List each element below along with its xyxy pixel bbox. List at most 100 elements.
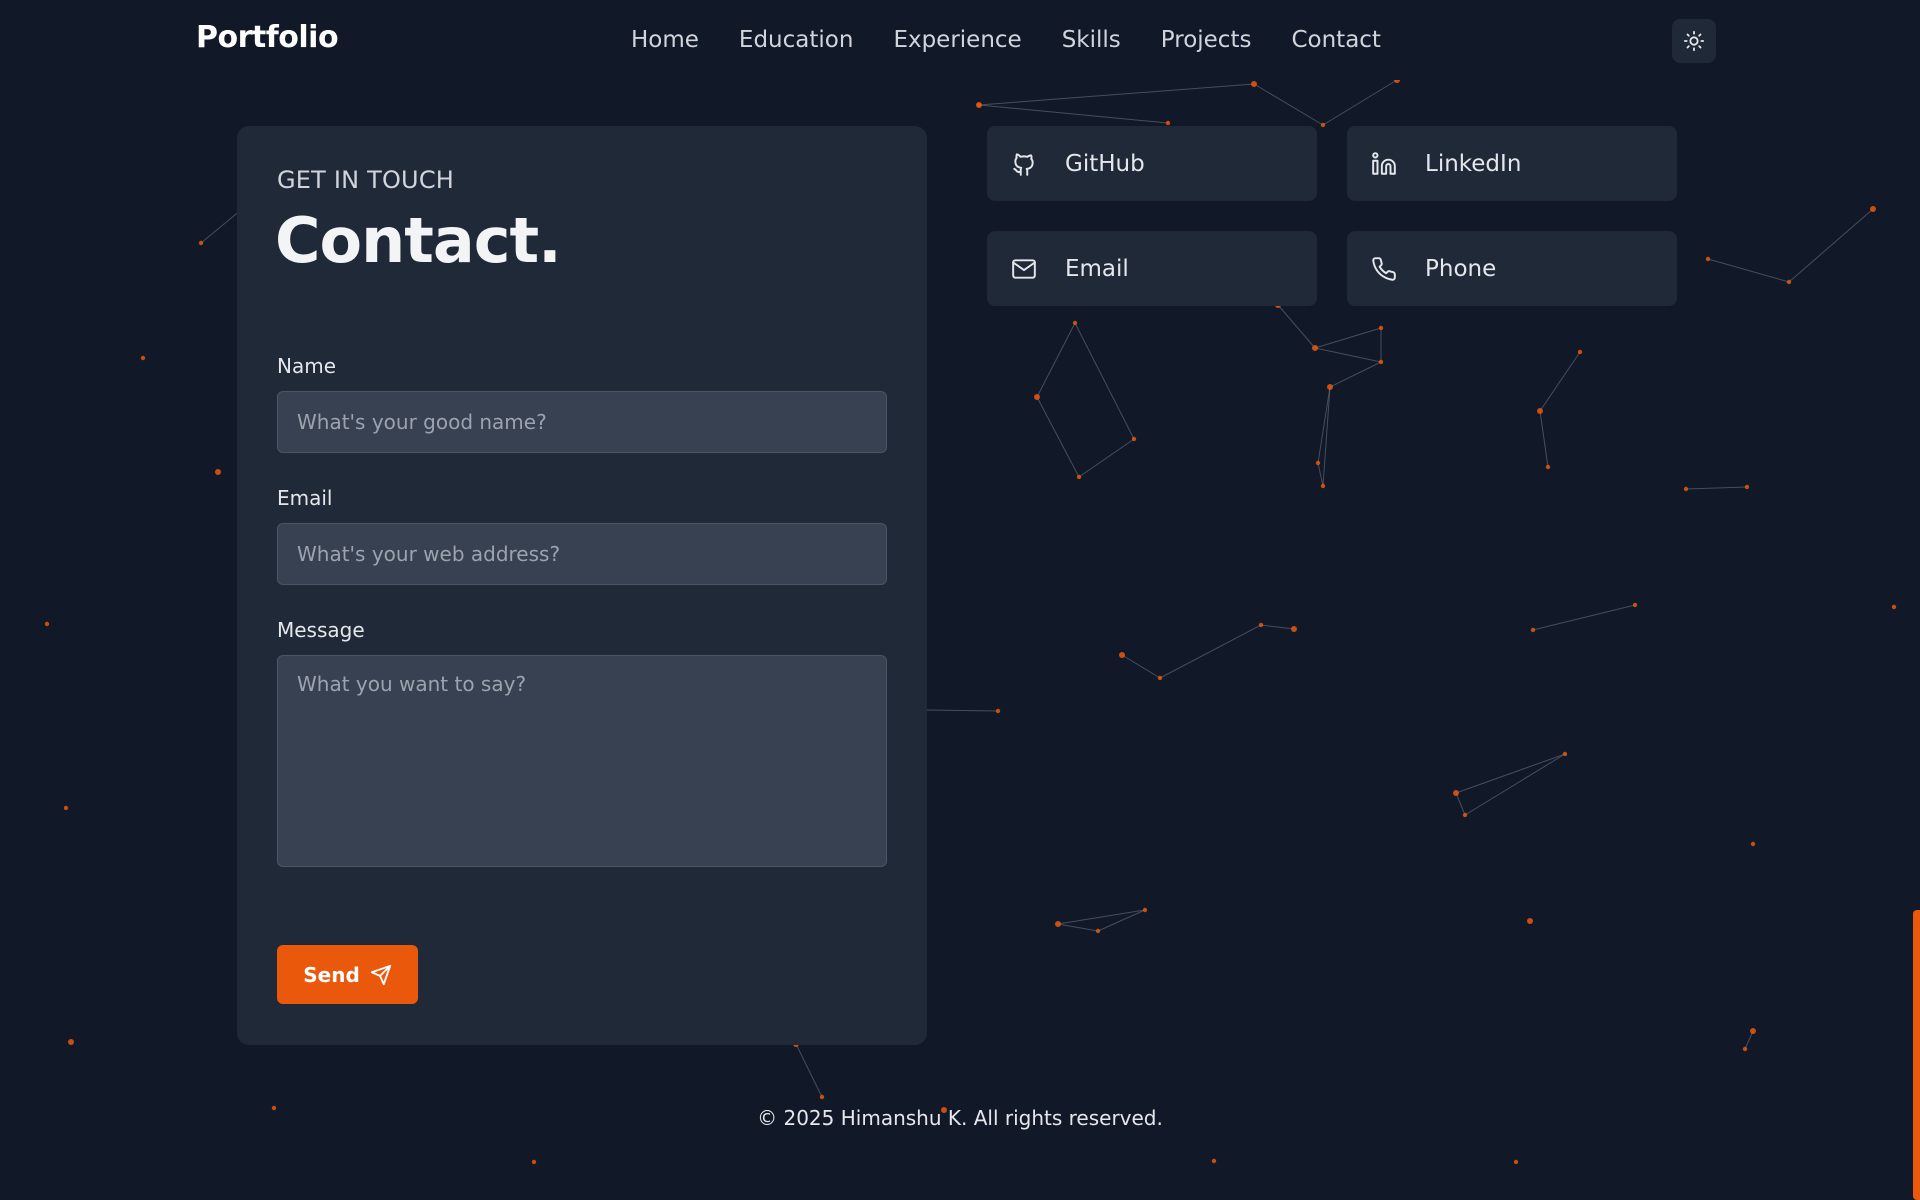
particle-link	[1317, 462, 1324, 487]
particle-dot	[1211, 1158, 1217, 1164]
particle-dot	[1157, 675, 1163, 681]
nav-projects[interactable]: Projects	[1161, 24, 1252, 56]
particle-dot	[1530, 627, 1536, 633]
linkedin-label: LinkedIn	[1425, 150, 1522, 177]
particle-dot	[1527, 918, 1533, 924]
particle-dot	[1562, 751, 1568, 757]
main-nav: Home Education Experience Skills Project…	[631, 24, 1381, 56]
email-input[interactable]	[277, 523, 887, 585]
particle-dot	[1131, 436, 1137, 442]
particle-link	[1532, 604, 1636, 631]
particle-dot	[1462, 812, 1468, 818]
particle-dot	[63, 805, 69, 811]
particle-dot	[1055, 921, 1061, 927]
particle-dot	[1251, 81, 1257, 87]
particle-link	[1314, 347, 1382, 363]
particle-link	[1317, 386, 1331, 464]
linkedin-link-tile[interactable]: LinkedIn	[1347, 126, 1677, 201]
particle-link	[1036, 396, 1080, 478]
particle-link	[1074, 322, 1135, 440]
particle-dot	[1683, 486, 1689, 492]
particle-link	[1539, 351, 1581, 412]
particle-dot	[140, 355, 146, 361]
particle-dot	[1453, 790, 1459, 796]
particle-link	[978, 104, 1169, 124]
theme-toggle-button[interactable]	[1672, 19, 1716, 63]
particle-link	[1277, 304, 1316, 349]
particle-link	[200, 209, 242, 244]
particle-link	[1253, 83, 1324, 126]
particle-link	[1036, 322, 1076, 398]
particle-dot	[1545, 464, 1551, 470]
name-label: Name	[277, 354, 337, 378]
particle-dot	[1632, 602, 1638, 608]
particle-dot	[1072, 320, 1078, 326]
name-input[interactable]	[277, 391, 887, 453]
nav-education[interactable]: Education	[739, 24, 854, 56]
particle-link	[1685, 486, 1748, 490]
message-textarea[interactable]	[277, 655, 887, 867]
particle-dot	[198, 240, 204, 246]
particle-link	[1057, 923, 1099, 932]
particle-dot	[1513, 1159, 1519, 1165]
particle-dot	[215, 469, 221, 475]
particle-link	[1097, 909, 1146, 932]
send-button-label: Send	[303, 962, 360, 987]
particle-dot	[1119, 652, 1125, 658]
section-title: Contact.	[275, 204, 562, 277]
particle-dot	[1786, 279, 1792, 285]
particle-link	[1539, 410, 1549, 468]
particle-link	[1260, 624, 1295, 630]
nav-home[interactable]: Home	[631, 24, 699, 56]
brand-logo[interactable]: Portfolio	[196, 20, 339, 55]
footer-copyright: © 2025 Himanshu K. All rights reserved.	[757, 1106, 1163, 1130]
particle-dot	[1258, 622, 1264, 628]
particle-dot	[1320, 122, 1326, 128]
send-button[interactable]: Send	[277, 945, 418, 1004]
section-eyebrow: GET IN TOUCH	[277, 166, 455, 194]
particle-dot	[1327, 384, 1333, 390]
email-label: Email	[277, 486, 333, 510]
particle-dot	[68, 1039, 74, 1045]
particle-link	[1329, 361, 1382, 388]
particle-link	[1455, 792, 1466, 816]
particle-dot	[1378, 359, 1384, 365]
particle-dot	[1315, 460, 1321, 466]
particle-link	[795, 1043, 823, 1098]
sun-icon	[1683, 30, 1705, 52]
github-icon	[1013, 152, 1034, 176]
contact-form-card: GET IN TOUCH Contact. Name Email Message…	[237, 126, 927, 1045]
particle-link	[1788, 208, 1874, 283]
github-link-tile[interactable]: GitHub	[987, 126, 1317, 201]
send-icon	[370, 964, 391, 985]
particle-link	[1159, 624, 1262, 679]
particle-dot	[1142, 907, 1148, 913]
nav-experience[interactable]: Experience	[893, 24, 1021, 56]
particle-link	[1322, 386, 1331, 487]
nav-skills[interactable]: Skills	[1062, 24, 1121, 56]
particle-link	[978, 83, 1255, 106]
particle-dot	[1577, 349, 1583, 355]
particle-dot	[1891, 604, 1897, 610]
phone-label: Phone	[1425, 255, 1497, 282]
particle-dot	[1750, 1028, 1756, 1034]
particle-dot	[1537, 408, 1543, 414]
particle-link	[1078, 438, 1135, 478]
github-label: GitHub	[1065, 150, 1145, 177]
particle-dot	[1744, 484, 1750, 490]
particle-dot	[1750, 841, 1756, 847]
email-link-tile[interactable]: Email	[987, 231, 1317, 306]
scroll-progress-bar	[1913, 910, 1920, 1200]
particle-dot	[1320, 483, 1326, 489]
email-tile-label: Email	[1065, 255, 1129, 282]
particle-dot	[976, 102, 982, 108]
particle-dot	[1034, 394, 1040, 400]
message-label: Message	[277, 618, 365, 642]
nav-contact[interactable]: Contact	[1291, 24, 1380, 56]
phone-link-tile[interactable]: Phone	[1347, 231, 1677, 306]
top-nav-bar: Portfolio Home Education Experience Skil…	[0, 0, 1920, 80]
particle-dot	[1095, 928, 1101, 934]
particle-dot	[1378, 325, 1384, 331]
particle-link	[1121, 654, 1161, 679]
particle-dot	[1705, 256, 1711, 262]
